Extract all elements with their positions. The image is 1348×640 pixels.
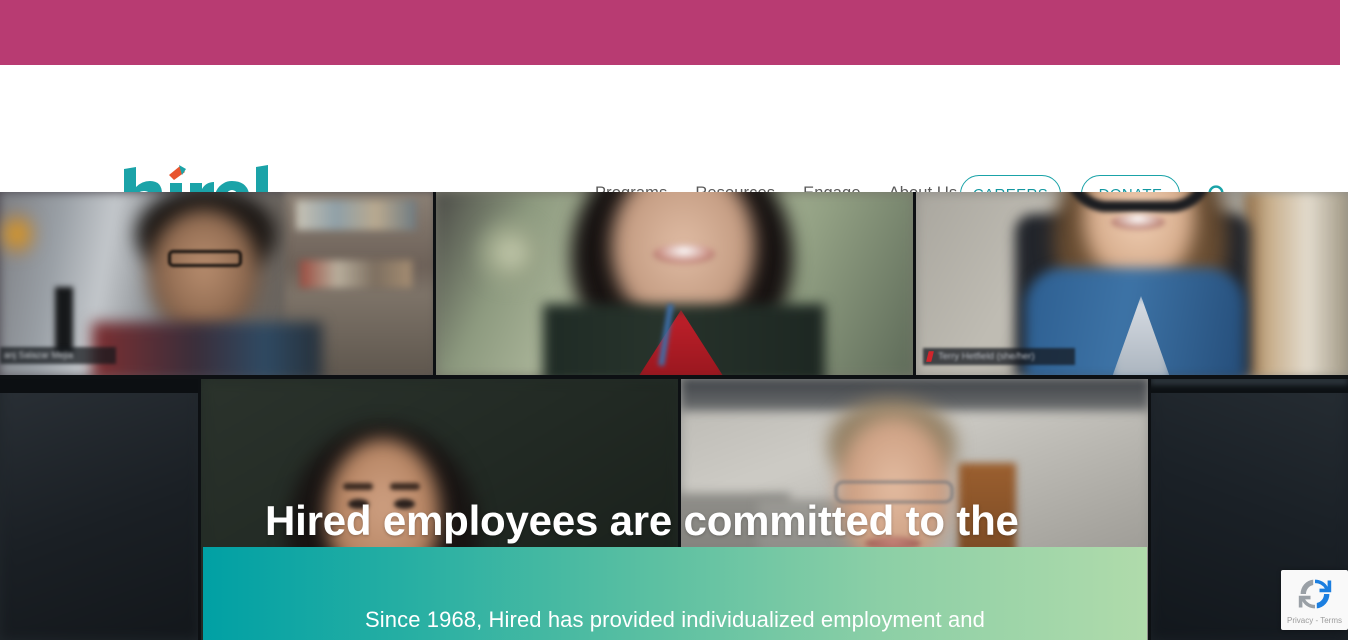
recaptcha-icon bbox=[1298, 579, 1331, 609]
top-accent-bar bbox=[0, 0, 1340, 65]
scrollbar-gutter bbox=[1340, 0, 1348, 65]
recaptcha-badge[interactable]: Privacy - Terms bbox=[1281, 570, 1348, 630]
recaptcha-label: Privacy - Terms bbox=[1287, 616, 1342, 625]
video-tile-b bbox=[435, 192, 915, 377]
intro-gradient-panel: Since 1968, Hired has provided individua… bbox=[203, 547, 1147, 640]
participant-name-tag: Terry Hetfield (she/her) bbox=[923, 348, 1075, 365]
participant-name: anj Salazar Mejia bbox=[4, 350, 74, 360]
video-tile-d bbox=[0, 377, 200, 640]
participant-name-tag: anj Salazar Mejia bbox=[0, 347, 116, 364]
participant-name: Terry Hetfield (she/her) bbox=[938, 351, 1035, 362]
site-header: Programs Resources Engage About Us CAREE… bbox=[0, 65, 1348, 218]
intro-text: Since 1968, Hired has provided individua… bbox=[365, 607, 985, 632]
page-root: Programs Resources Engage About Us CAREE… bbox=[0, 0, 1348, 640]
video-tile-a: anj Salazar Mejia bbox=[0, 192, 435, 377]
video-tile-c: Terry Hetfield (she/her) bbox=[915, 192, 1348, 377]
